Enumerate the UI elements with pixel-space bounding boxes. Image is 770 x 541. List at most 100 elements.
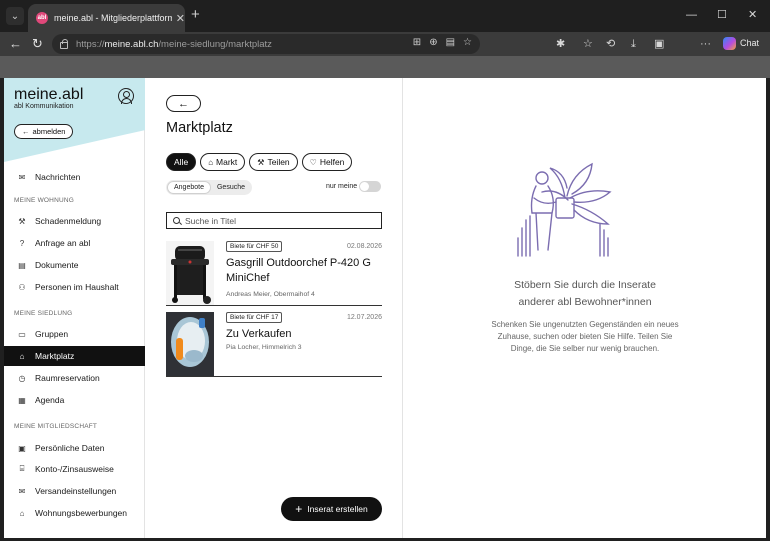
bank-icon: ⌸ <box>19 464 25 473</box>
listing-date: 02.08.2026 <box>346 243 382 250</box>
url-text: https://meine.abl.ch/meine-siedlung/mark… <box>76 38 272 50</box>
empty-state-title: Stöbern Sie durch die Inserate anderer a… <box>514 279 656 308</box>
shop-icon: ⌂ <box>208 157 214 167</box>
wrench-icon: ⚒ <box>18 216 26 226</box>
close-window-icon[interactable]: ✕ <box>748 9 757 21</box>
drill-icon: ⚒ <box>257 157 265 167</box>
marketplace-list-panel: ← Marktplatz Alle ⌂ Markt ⚒ Teilen ♡ Hel… <box>145 78 403 538</box>
close-tab-icon[interactable]: ✕ <box>176 12 185 25</box>
price-badge: Biete für CHF 50 <box>226 241 283 252</box>
only-mine-switch[interactable] <box>359 181 381 192</box>
minimize-icon[interactable]: — <box>686 9 697 21</box>
category-filter: Alle ⌂ Markt ⚒ Teilen ♡ Helfen <box>166 153 353 171</box>
segment-angebote[interactable]: Angebote <box>167 181 211 194</box>
sidebar-item-gruppen[interactable]: ▭ Gruppen <box>4 324 145 344</box>
url-field[interactable]: https://meine.abl.ch/meine-siedlung/mark… <box>52 34 480 54</box>
history-icon[interactable]: ⟲ <box>606 37 615 51</box>
sidebar-item-agenda[interactable]: ▦ Agenda <box>4 390 145 410</box>
more-menu-icon[interactable]: ··· <box>700 37 711 51</box>
detail-panel: Stöbern Sie durch die Inserate anderer a… <box>404 78 766 538</box>
back-arrow-icon[interactable]: ← <box>9 36 22 52</box>
chip-helfen[interactable]: ♡ Helfen <box>301 153 353 171</box>
plus-icon: + <box>295 502 303 516</box>
calendar-clock-icon: ◷ <box>18 373 26 383</box>
brand-subtitle: abl Kommunikation <box>14 103 74 110</box>
chip-alle[interactable]: Alle <box>166 153 197 171</box>
reader-icon[interactable]: ▤ <box>446 37 455 48</box>
logout-button[interactable]: ← abmelden <box>14 124 74 139</box>
listing-title: Gasgrill Outdoorchef P-420 G MiniChef <box>226 257 371 284</box>
home-icon: ⌂ <box>19 508 25 518</box>
favicon-icon: abl <box>36 12 48 24</box>
new-tab-icon[interactable]: + <box>191 7 200 23</box>
maximize-icon[interactable]: ☐ <box>717 9 727 21</box>
reload-icon[interactable]: ↻ <box>32 36 43 52</box>
listing-item[interactable]: Biete für CHF 50 02.08.2026 Gasgrill Out… <box>166 241 382 306</box>
chip-markt[interactable]: ⌂ Markt <box>200 153 246 171</box>
extensions-icon[interactable]: ✱ <box>556 37 565 51</box>
chat-icon: ▭ <box>18 329 26 339</box>
browser-content-margin <box>0 56 770 78</box>
sidebar: meine.abl abl Kommunikation ← abmelden ✉… <box>4 78 145 538</box>
search-field <box>166 212 382 229</box>
favorite-star-icon[interactable]: ☆ <box>463 37 472 48</box>
section-label-wohnung: MEINE WOHNUNG <box>14 197 75 204</box>
listing-item[interactable]: Biete für CHF 17 12.07.2026 Zu Verkaufen… <box>166 312 382 377</box>
calendar-icon: ▦ <box>18 395 26 405</box>
screenshot-icon[interactable]: ▣ <box>654 37 664 51</box>
favorites-icon[interactable]: ☆ <box>583 37 593 51</box>
grid-icon[interactable]: ⊞ <box>413 37 421 48</box>
sidebar-item-nachrichten[interactable]: ✉ Nachrichten <box>4 167 145 187</box>
id-card-icon: ▣ <box>18 443 26 453</box>
sidebar-item-schadenmeldung[interactable]: ⚒ Schadenmeldung <box>4 211 145 231</box>
page: meine.abl abl Kommunikation ← abmelden ✉… <box>4 78 766 538</box>
mail-icon: ✉ <box>18 172 26 182</box>
sidebar-item-personen[interactable]: ⚇ Personen im Haushalt <box>4 277 145 297</box>
sidebar-item-raumreservation[interactable]: ◷ Raumreservation <box>4 368 145 388</box>
downloads-icon[interactable]: ⤓ <box>631 37 636 51</box>
sidebar-item-anfrage[interactable]: ? Anfrage an abl <box>4 233 145 253</box>
sidebar-item-konto[interactable]: ⌸ Konto-/Zinsausweise <box>4 459 145 479</box>
listing-image-snorkel-mask <box>166 312 214 376</box>
price-badge: Biete für CHF 17 <box>226 312 283 323</box>
section-label-mitgliedschaft: MEINE MITGLIEDSCHAFT <box>14 423 98 430</box>
shop-icon: ⌂ <box>19 351 25 361</box>
sidebar-item-marktplatz[interactable]: ⌂ Marktplatz <box>4 346 145 366</box>
chat-button[interactable]: Chat <box>740 38 759 48</box>
copilot-icon[interactable] <box>723 37 736 50</box>
listing-author: Pia Locher, Himmelrich 3 <box>226 344 302 351</box>
people-icon: ⚇ <box>18 282 26 292</box>
lock-icon <box>60 38 68 49</box>
tab-title: meine.abl - Mitgliederplattform <box>53 13 172 23</box>
page-title: Marktplatz <box>166 120 233 136</box>
browser-tab-bar: ⌄ abl meine.abl - Mitgliederplattform ✕ … <box>0 0 770 32</box>
document-icon: ▤ <box>18 260 26 270</box>
heart-icon: ♡ <box>309 157 317 167</box>
chip-teilen[interactable]: ⚒ Teilen <box>249 153 298 171</box>
only-mine-label: nur meine <box>326 183 358 190</box>
sidebar-item-versand[interactable]: ✉ Versandeinstellungen <box>4 481 145 501</box>
back-button[interactable]: ← <box>166 95 201 112</box>
search-input[interactable] <box>185 215 375 226</box>
zoom-icon[interactable]: ⊕ <box>429 37 437 48</box>
brand-logo[interactable]: meine.abl <box>14 86 83 104</box>
browser-tab[interactable]: abl meine.abl - Mitgliederplattform ✕ <box>28 4 185 32</box>
question-icon: ? <box>19 238 25 248</box>
sidebar-item-wohnungsbewerbungen[interactable]: ⌂ Wohnungsbewerbungen <box>4 503 145 523</box>
listing-title: Zu Verkaufen <box>226 328 292 340</box>
section-label-siedlung: MEINE SIEDLUNG <box>14 310 73 317</box>
plant-illustration <box>517 162 612 257</box>
empty-state-text: Schenken Sie ungenutzten Gegenständen ei… <box>491 320 679 353</box>
arrow-left-icon: ← <box>22 127 30 136</box>
search-icon <box>173 217 180 224</box>
sidebar-item-dokumente[interactable]: ▤ Dokumente <box>4 255 145 275</box>
listing-author: Andreas Meier, Obermaihof 4 <box>226 291 315 298</box>
tab-actions-icon[interactable]: ⌄ <box>6 7 24 25</box>
segment-gesuche[interactable]: Gesuche <box>211 181 251 194</box>
listing-date: 12.07.2026 <box>346 314 382 321</box>
create-listing-button[interactable]: + Inserat erstellen <box>281 497 382 521</box>
profile-icon[interactable] <box>118 88 134 104</box>
listing-image-grill <box>166 241 214 305</box>
offer-request-toggle: Angebote Gesuche <box>166 180 253 195</box>
sidebar-item-persoenliche-daten[interactable]: ▣ Persönliche Daten <box>4 438 145 458</box>
